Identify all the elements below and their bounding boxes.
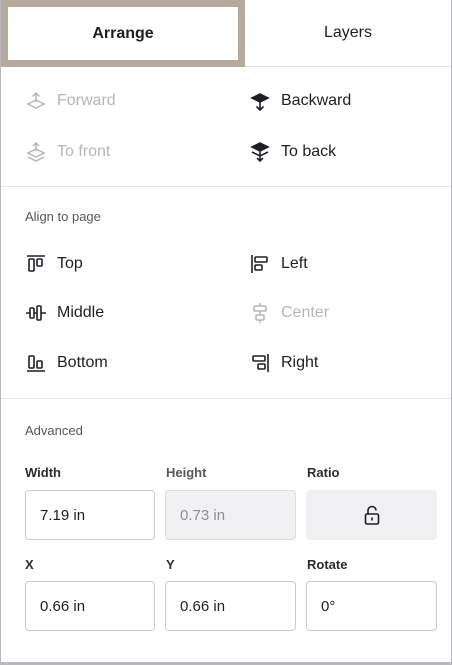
to-back-icon: [250, 142, 270, 163]
to-front-label: To front: [57, 143, 111, 160]
divider: [1, 186, 451, 187]
align-left-icon: [251, 255, 268, 273]
rotate-field[interactable]: 0°: [306, 581, 437, 631]
ratio-lock-button[interactable]: [306, 490, 437, 540]
align-bottom-icon: [27, 355, 45, 372]
align-middle-icon: [26, 305, 46, 321]
advanced-section-title: Advanced: [25, 423, 83, 438]
align-bottom-button[interactable]: Bottom: [25, 348, 108, 378]
divider: [1, 398, 451, 399]
to-front-icon: [26, 141, 46, 162]
align-center-button[interactable]: Center: [249, 298, 329, 328]
arrange-panel: Arrange Layers Forward Backward To front: [0, 0, 452, 665]
rotate-label: Rotate: [307, 557, 348, 572]
unlock-icon: [364, 505, 379, 525]
align-bottom-label: Bottom: [57, 354, 108, 371]
align-middle-button[interactable]: Middle: [25, 298, 104, 328]
backward-label: Backward: [281, 92, 352, 109]
align-center-label: Center: [281, 304, 330, 321]
to-back-button[interactable]: To back: [249, 137, 336, 167]
x-field[interactable]: 0.66 in: [25, 581, 155, 631]
align-right-label: Right: [281, 354, 319, 371]
forward-label: Forward: [57, 92, 116, 109]
width-label: Width: [25, 465, 61, 480]
forward-button[interactable]: Forward: [25, 86, 116, 116]
x-label: X: [25, 557, 34, 572]
align-middle-label: Middle: [57, 304, 105, 321]
height-field[interactable]: 0.73 in: [165, 490, 296, 540]
backward-icon: [250, 93, 270, 112]
tab-layers[interactable]: Layers: [245, 0, 451, 67]
align-section-title: Align to page: [25, 209, 101, 224]
align-left-button[interactable]: Left: [249, 249, 308, 279]
ratio-label: Ratio: [307, 465, 340, 480]
tab-bar: Arrange Layers: [1, 0, 451, 67]
forward-icon: [26, 91, 46, 109]
align-top-label: Top: [57, 255, 83, 272]
width-field[interactable]: 7.19 in: [25, 490, 155, 540]
to-back-label: To back: [281, 143, 337, 160]
align-top-icon: [27, 255, 45, 272]
align-right-button[interactable]: Right: [249, 348, 318, 378]
align-center-icon: [253, 303, 267, 323]
y-label: Y: [166, 557, 175, 572]
height-label: Height: [166, 465, 207, 480]
align-top-button[interactable]: Top: [25, 249, 83, 279]
tab-arrange[interactable]: Arrange: [1, 0, 245, 67]
align-left-label: Left: [281, 255, 308, 272]
y-field[interactable]: 0.66 in: [165, 581, 296, 631]
align-right-icon: [252, 354, 269, 372]
backward-button[interactable]: Backward: [249, 86, 351, 116]
to-front-button[interactable]: To front: [25, 137, 110, 167]
